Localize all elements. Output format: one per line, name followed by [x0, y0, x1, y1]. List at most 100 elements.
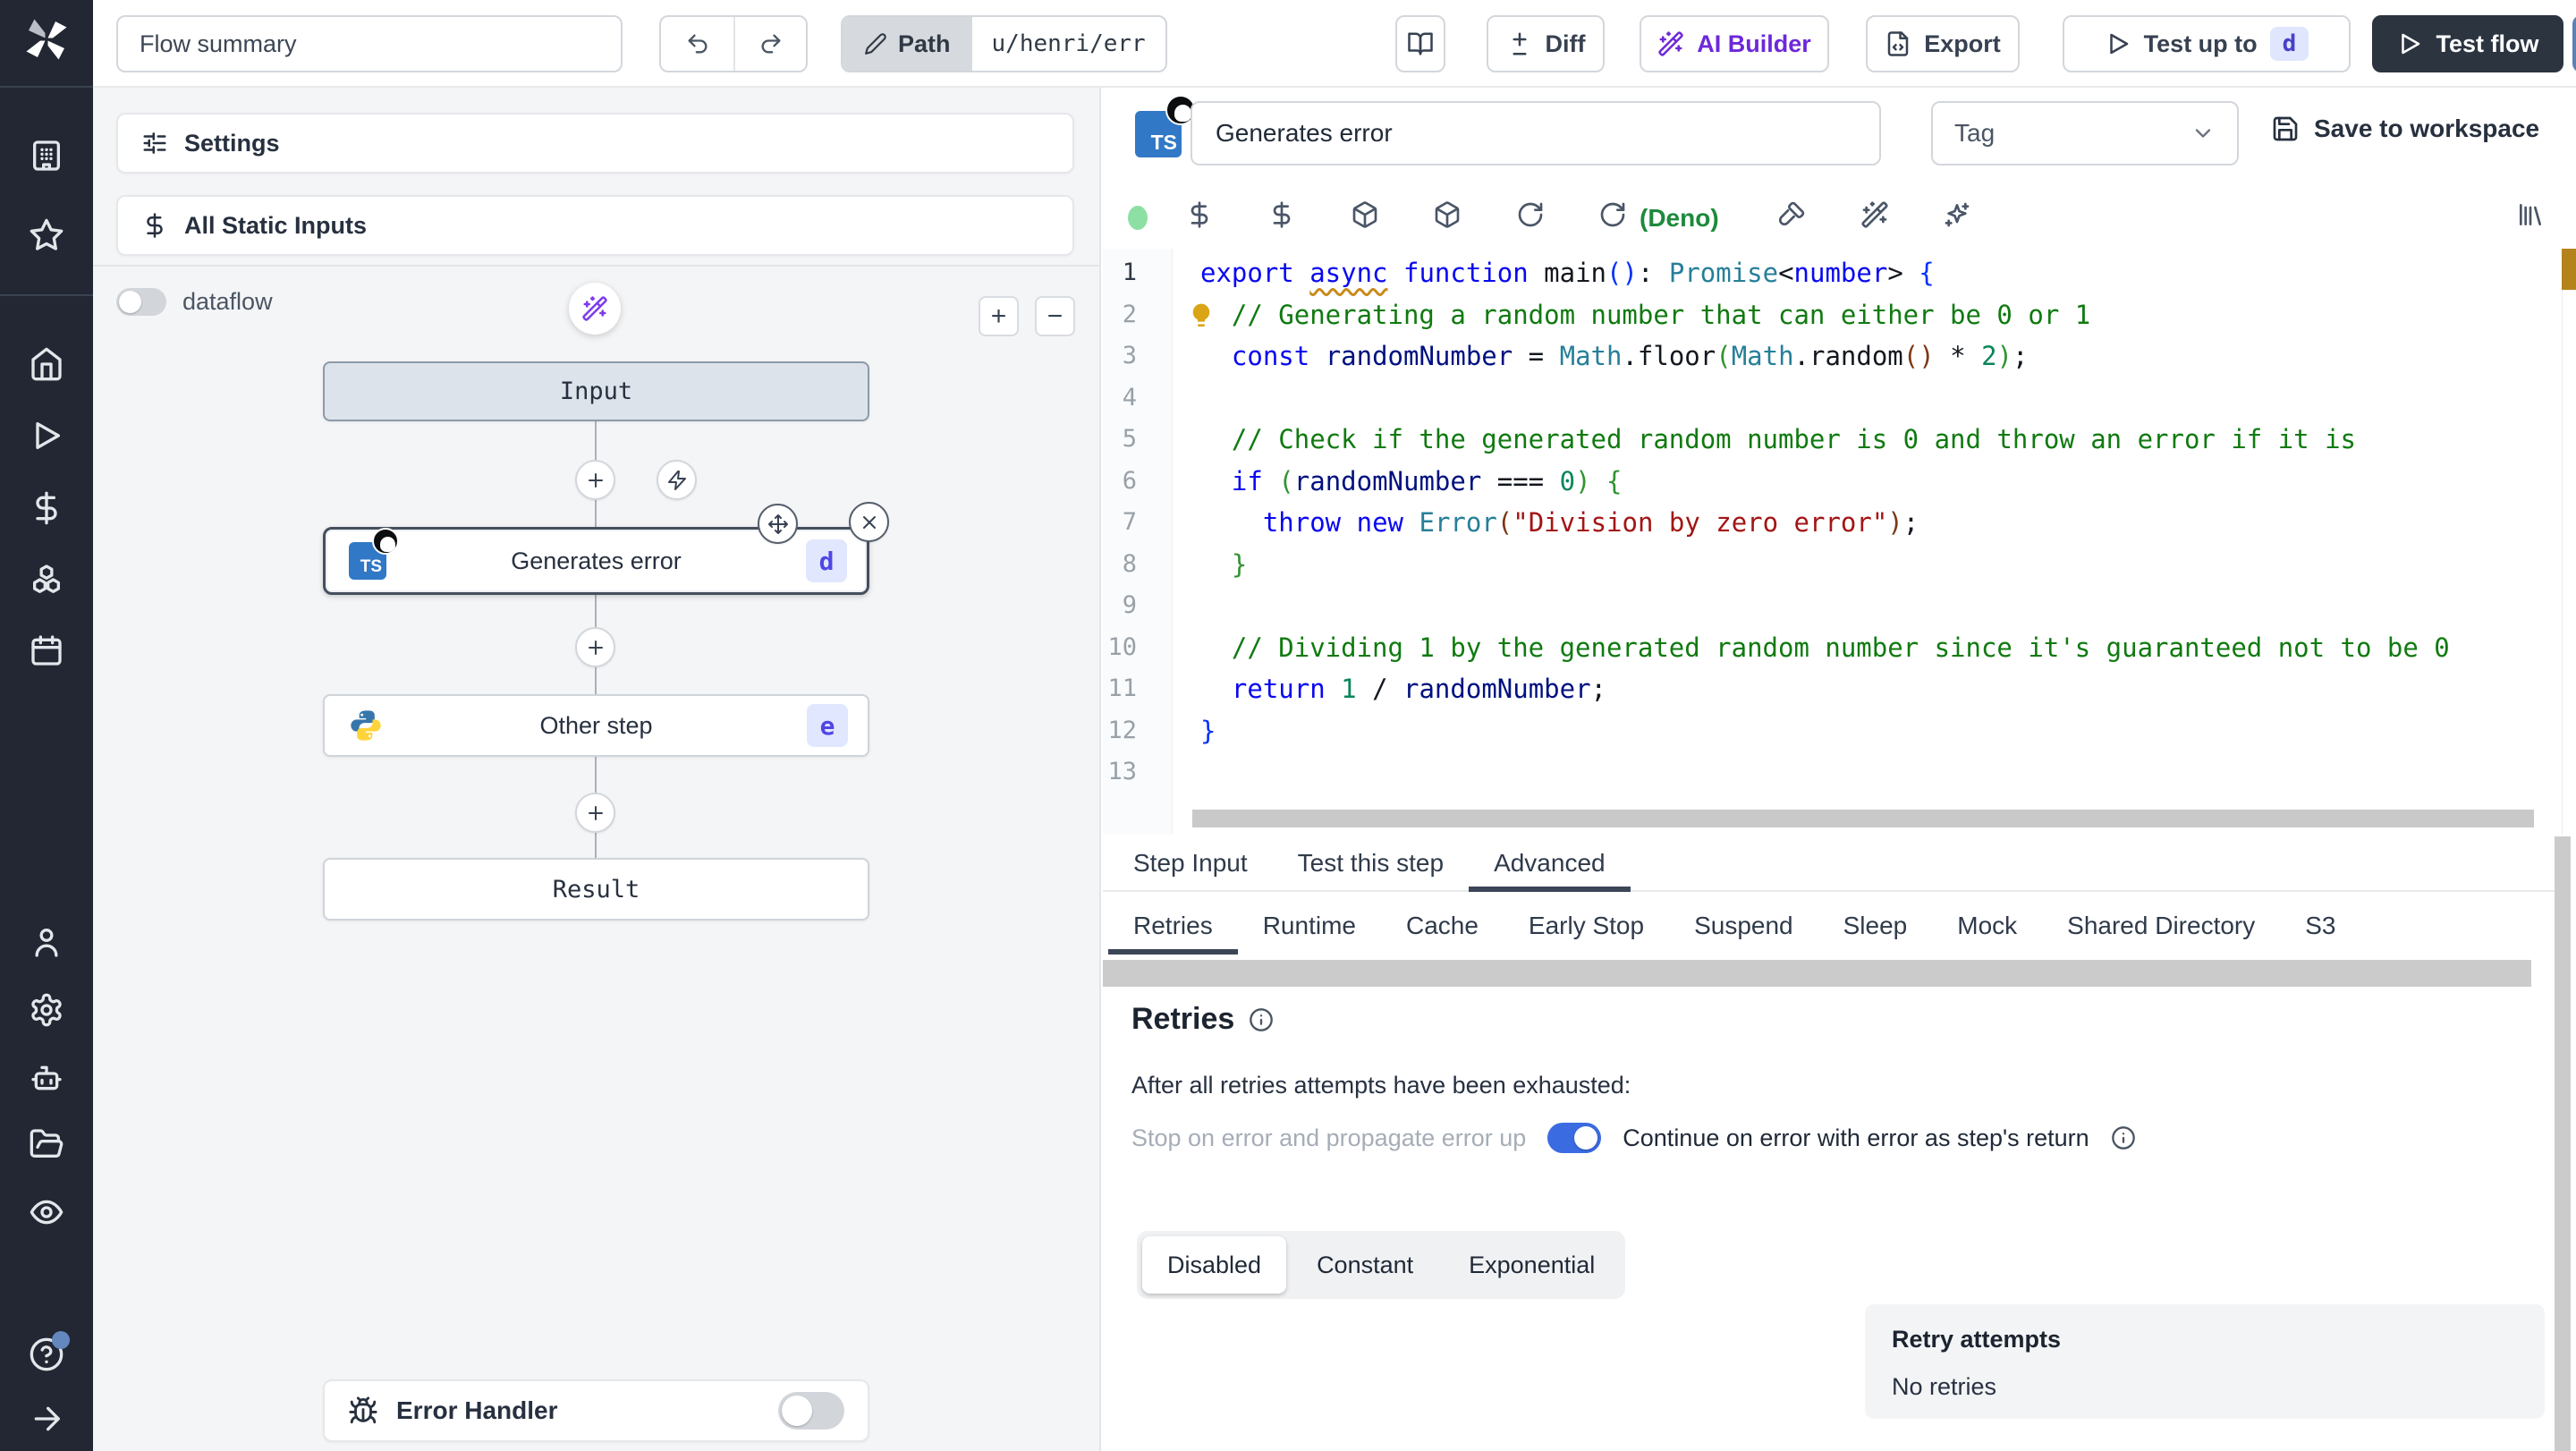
- code-line[interactable]: 2 // Generating a random number that can…: [1103, 294, 2576, 336]
- settings-gear-icon[interactable]: [29, 992, 64, 1028]
- subtab-retries[interactable]: Retries: [1108, 892, 1238, 960]
- code-line[interactable]: 9: [1103, 585, 2576, 627]
- edit-path-button[interactable]: Path: [843, 17, 972, 71]
- zoom-out-button[interactable]: −: [1035, 296, 1075, 336]
- save-to-workspace-button[interactable]: Save to workspace: [2271, 115, 2539, 143]
- delete-node-button[interactable]: [849, 502, 889, 542]
- flow-node-input[interactable]: Input: [323, 361, 869, 421]
- subtab-suspend[interactable]: Suspend: [1669, 892, 1818, 960]
- ai-flow-wand-button[interactable]: [569, 283, 621, 335]
- info-icon[interactable]: [1249, 1007, 1274, 1032]
- ai-builder-button[interactable]: AI Builder: [1640, 15, 1829, 72]
- lightbulb-icon[interactable]: [1187, 301, 1216, 329]
- package-icon[interactable]: [1351, 200, 1379, 229]
- insert-step-button[interactable]: [575, 627, 615, 667]
- continue-on-error-toggle[interactable]: [1547, 1123, 1602, 1153]
- help-icon[interactable]: [29, 1331, 70, 1372]
- ai-wand-icon[interactable]: [1860, 200, 1889, 229]
- flow-node-other-step[interactable]: Other step e: [323, 694, 869, 757]
- info-icon[interactable]: [2111, 1125, 2136, 1150]
- code-line[interactable]: 3 const randomNumber = Math.floor(Math.r…: [1103, 335, 2576, 378]
- runtime-label[interactable]: (Deno): [1640, 204, 1719, 233]
- package-icon[interactable]: [1433, 200, 1462, 229]
- tab-test-this-step[interactable]: Test this step: [1273, 836, 1469, 890]
- schedules-calendar-icon[interactable]: [29, 632, 64, 668]
- workers-robot-icon[interactable]: [29, 1060, 64, 1096]
- code-line[interactable]: 8 }: [1103, 544, 2576, 586]
- folders-icon[interactable]: [29, 1126, 64, 1162]
- subtab-runtime[interactable]: Runtime: [1238, 892, 1381, 960]
- subtab-s3[interactable]: S3: [2280, 892, 2360, 960]
- workspace-icon[interactable]: [29, 138, 64, 174]
- insert-step-button[interactable]: [575, 460, 615, 500]
- move-node-button[interactable]: [758, 504, 798, 544]
- flow-summary-input[interactable]: [116, 15, 623, 72]
- variables-dollar-icon[interactable]: [29, 490, 64, 526]
- windmill-logo-icon[interactable]: [20, 13, 73, 66]
- flow-node-result[interactable]: Result: [323, 858, 869, 921]
- test-flow-button[interactable]: Test flow: [2372, 15, 2563, 72]
- code-line[interactable]: 10 // Dividing 1 by the generated random…: [1103, 627, 2576, 669]
- subtab-sleep[interactable]: Sleep: [1818, 892, 1933, 960]
- resources-dollar-icon[interactable]: [1267, 200, 1296, 229]
- code-horizontal-scrollbar[interactable]: [1192, 810, 2534, 827]
- code-editor[interactable]: 1 export async function main(): Promise<n…: [1103, 249, 2576, 835]
- all-static-inputs-button[interactable]: All Static Inputs: [116, 195, 1074, 256]
- insert-step-button[interactable]: [575, 793, 615, 833]
- subtab-shared-directory[interactable]: Shared Directory: [2042, 892, 2280, 960]
- code-line[interactable]: 5 // Check if the generated random numbe…: [1103, 419, 2576, 461]
- redo-button[interactable]: [733, 17, 806, 71]
- expand-sidebar-arrow-icon[interactable]: [29, 1401, 64, 1437]
- subtabs-horizontal-scrollbar[interactable]: [1103, 960, 2531, 987]
- library-icon[interactable]: [2516, 200, 2545, 229]
- variables-dollar-icon[interactable]: [1185, 200, 1214, 229]
- retry-mode-disabled[interactable]: Disabled: [1142, 1236, 1287, 1294]
- subtab-mock[interactable]: Mock: [1932, 892, 2042, 960]
- favorites-star-icon[interactable]: [29, 217, 64, 253]
- retry-mode-constant[interactable]: Constant: [1292, 1236, 1438, 1294]
- retry-attempts-title: Retry attempts: [1892, 1326, 2062, 1353]
- flow-settings-button[interactable]: Settings: [116, 113, 1074, 174]
- code-line[interactable]: 13: [1103, 751, 2576, 793]
- error-handler-toggle[interactable]: [778, 1392, 844, 1430]
- code-line[interactable]: 12}: [1103, 710, 2576, 752]
- tab-advanced[interactable]: Advanced: [1469, 836, 1631, 892]
- runs-play-icon[interactable]: [29, 418, 64, 454]
- undo-button[interactable]: [661, 17, 733, 71]
- tag-select[interactable]: Tag: [1931, 101, 2239, 165]
- code-line[interactable]: 6 if (randomNumber === 0) {: [1103, 461, 2576, 503]
- resources-cubes-icon[interactable]: [29, 562, 64, 598]
- reload-icon[interactable]: [1516, 200, 1545, 229]
- tag-select-value: Tag: [1954, 119, 1996, 147]
- reload-runtime-icon[interactable]: [1598, 200, 1627, 229]
- home-icon[interactable]: [29, 346, 64, 382]
- diff-button[interactable]: Diff: [1487, 15, 1605, 72]
- code-line[interactable]: 1 export async function main(): Promise<n…: [1103, 252, 2576, 294]
- trigger-zap-button[interactable]: [657, 460, 697, 500]
- test-up-to-step-badge: d: [2269, 27, 2309, 61]
- zoom-in-button[interactable]: +: [979, 296, 1019, 336]
- audit-eye-icon[interactable]: [29, 1194, 64, 1230]
- ai-sparkles-icon[interactable]: [1943, 200, 1971, 229]
- typescript-deno-icon: TS: [1135, 95, 1196, 157]
- node-label: Other step: [539, 711, 653, 739]
- test-up-to-button[interactable]: Test up to d: [2063, 15, 2351, 72]
- retry-mode-exponential[interactable]: Exponential: [1444, 1236, 1620, 1294]
- subtab-early-stop[interactable]: Early Stop: [1504, 892, 1669, 960]
- step-name-input[interactable]: [1191, 101, 1881, 165]
- code-line[interactable]: 7 throw new Error("Division by zero erro…: [1103, 502, 2576, 544]
- subtab-cache[interactable]: Cache: [1381, 892, 1504, 960]
- flow-path-value[interactable]: u/henri/err: [972, 17, 1165, 71]
- dataflow-toggle[interactable]: [116, 288, 166, 316]
- user-icon[interactable]: [29, 924, 64, 960]
- code-line[interactable]: 11 return 1 / randomNumber;: [1103, 668, 2576, 710]
- panel-vertical-scrollbar[interactable]: [2555, 836, 2571, 1451]
- code-line[interactable]: 4: [1103, 378, 2576, 420]
- format-brush-icon[interactable]: [1777, 200, 1806, 229]
- tab-step-input[interactable]: Step Input: [1108, 836, 1273, 890]
- docs-button[interactable]: [1395, 15, 1445, 72]
- error-handler-card[interactable]: Error Handler: [323, 1379, 869, 1442]
- export-button[interactable]: Export: [1866, 15, 2020, 72]
- flow-graph-panel: Settings All Static Inputs dataflow + − …: [93, 88, 1101, 1451]
